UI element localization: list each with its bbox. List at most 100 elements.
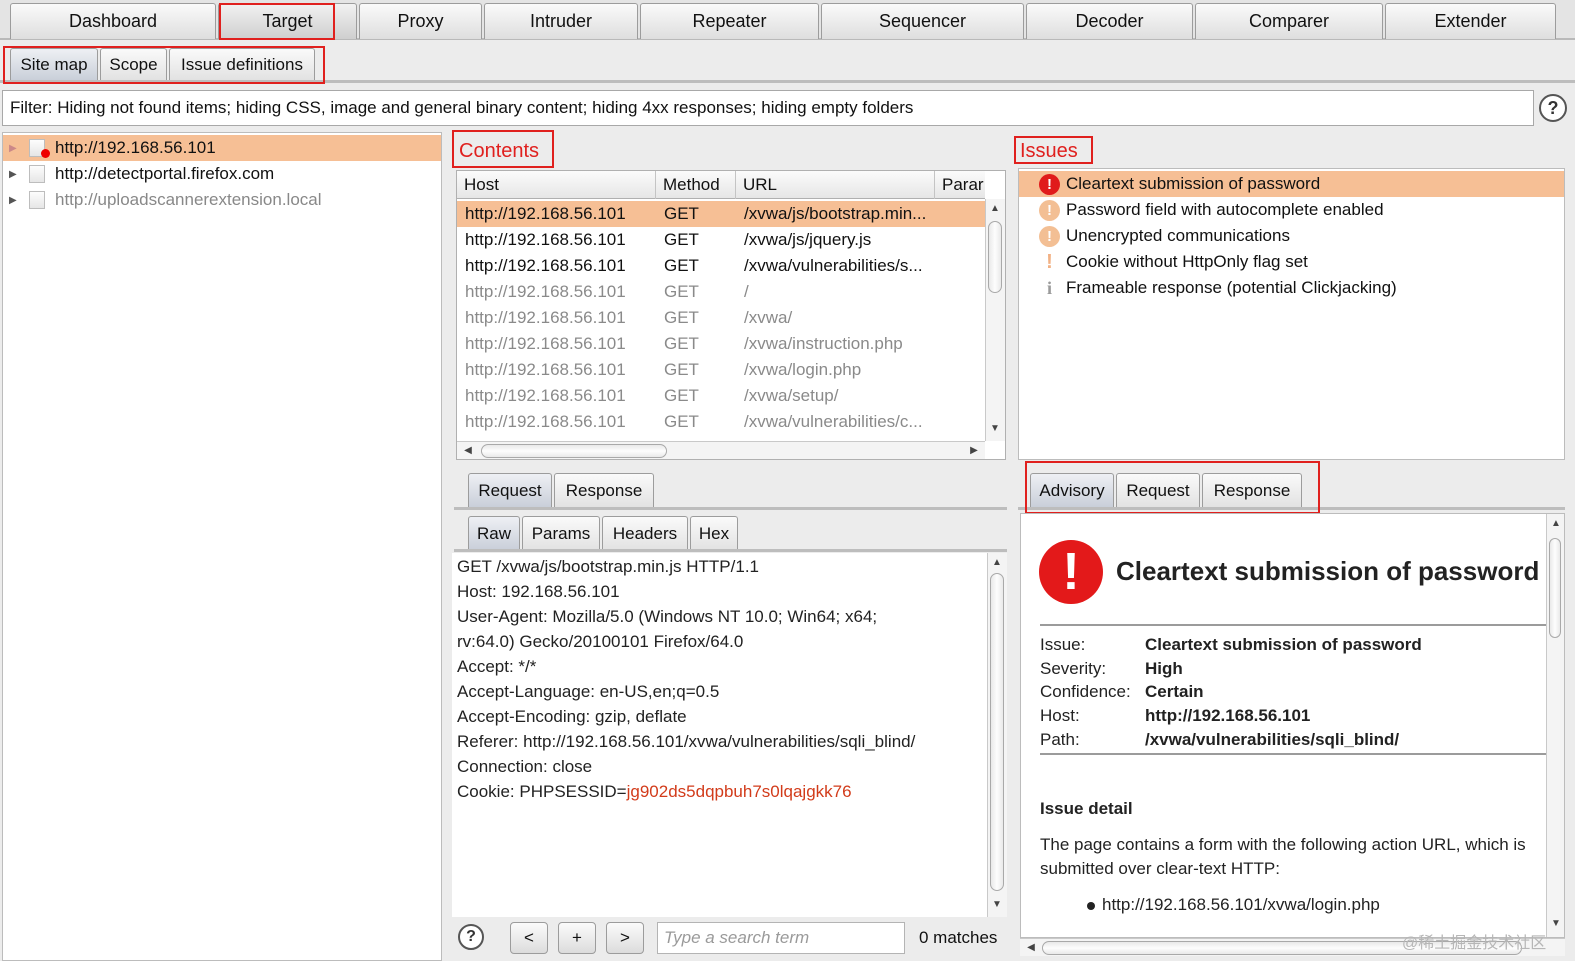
scrollbar-thumb[interactable] — [990, 573, 1004, 891]
tab-issue-definitions[interactable]: Issue definitions — [169, 48, 315, 80]
cell-host: http://192.168.56.101 — [465, 386, 626, 405]
cell-url: /xvwa/setup/ — [744, 386, 839, 405]
raw-request-editor[interactable]: GET /xvwa/js/bootstrap.min.js HTTP/1.1 H… — [452, 553, 1007, 917]
cell-method: GET — [664, 360, 699, 379]
tree-item-label: http://detectportal.firefox.com — [55, 164, 275, 183]
tab-dashboard[interactable]: Dashboard — [10, 3, 216, 39]
scroll-down-icon[interactable]: ▼ — [1547, 918, 1564, 929]
issue-label: Password field with autocomplete enabled — [1066, 200, 1384, 219]
tab-repeater[interactable]: Repeater — [640, 3, 819, 39]
search-help-icon[interactable]: ? — [458, 924, 484, 950]
field-value-path: /xvwa/vulnerabilities/sqli_blind/ — [1145, 730, 1400, 749]
tab-proxy[interactable]: Proxy — [359, 3, 482, 39]
table-row[interactable]: http://192.168.56.101 GET /xvwa/login.ph… — [457, 357, 985, 383]
request-vertical-scrollbar[interactable]: ▲ ▼ — [987, 553, 1007, 917]
subtab-divider — [0, 80, 1575, 83]
tab-request[interactable]: Request — [468, 473, 552, 507]
scroll-up-icon[interactable]: ▲ — [988, 557, 1006, 568]
scroll-right-icon[interactable]: ▶ — [965, 445, 983, 456]
column-header-host[interactable]: Host — [457, 171, 656, 199]
tab-site-map[interactable]: Site map — [10, 48, 98, 80]
table-row[interactable]: http://192.168.56.101 GET / — [457, 279, 985, 305]
tab-comparer[interactable]: Comparer — [1195, 3, 1383, 39]
tab-divider — [454, 507, 1007, 510]
cell-method: GET — [664, 282, 699, 301]
tab-advisory[interactable]: Advisory — [1030, 473, 1114, 507]
help-icon[interactable]: ? — [1539, 94, 1567, 122]
table-row[interactable]: http://192.168.56.101 GET /xvwa/instruct… — [457, 331, 985, 357]
issue-label: Unencrypted communications — [1066, 226, 1290, 245]
cell-host: http://192.168.56.101 — [465, 334, 626, 353]
table-row[interactable]: http://192.168.56.101 GET /xvwa/js/jquer… — [457, 227, 985, 253]
column-header-method[interactable]: Method — [656, 171, 736, 199]
issue-detail-text: The page contains a form with the follow… — [1040, 835, 1526, 854]
tree-item-detectportal[interactable]: ▶ http://detectportal.firefox.com — [3, 161, 441, 187]
field-label-issue: Issue: — [1040, 635, 1086, 654]
scroll-left-icon[interactable]: ◀ — [459, 445, 477, 456]
high-severity-icon: ! — [1039, 174, 1060, 195]
request-line: Referer: http://192.168.56.101/xvwa/vuln… — [457, 732, 916, 751]
issues-list: ! Cleartext submission of password ! Pas… — [1018, 168, 1565, 460]
tab-response[interactable]: Response — [554, 473, 654, 507]
cell-url: /xvwa/ — [744, 308, 793, 327]
table-row[interactable]: http://192.168.56.101 GET /xvwa/ — [457, 305, 985, 331]
scrollbar-thumb[interactable] — [988, 221, 1002, 293]
issue-detail-heading: Issue detail — [1040, 799, 1133, 818]
table-row[interactable]: http://192.168.56.101 GET /xvwa/vulnerab… — [457, 409, 985, 435]
filter-bar[interactable]: Filter: Hiding not found items; hiding C… — [2, 90, 1534, 126]
next-match-button[interactable]: > — [606, 922, 644, 954]
tab-issue-request[interactable]: Request — [1116, 473, 1200, 507]
request-line: Host: 192.168.56.101 — [457, 582, 620, 601]
issue-item[interactable]: ! Cleartext submission of password — [1019, 171, 1564, 197]
cell-method: GET — [664, 204, 699, 223]
contents-horizontal-scrollbar[interactable]: ◀ ▶ — [457, 441, 985, 459]
tree-item-label: http://uploadscannerextension.local — [55, 190, 322, 209]
request-line: Accept-Encoding: gzip, deflate — [457, 707, 687, 726]
tab-scope[interactable]: Scope — [100, 48, 167, 80]
tab-raw[interactable]: Raw — [468, 516, 520, 550]
search-input[interactable] — [657, 922, 905, 954]
tab-target[interactable]: Target — [218, 3, 357, 39]
issue-item[interactable]: ! Unencrypted communications — [1019, 223, 1564, 249]
scrollbar-thumb[interactable] — [481, 444, 667, 458]
tree-item-uploadscanner[interactable]: ▶ http://uploadscannerextension.local — [3, 187, 441, 213]
tab-intruder[interactable]: Intruder — [484, 3, 638, 39]
request-line: rv:64.0) Gecko/20100101 Firefox/64.0 — [457, 632, 744, 651]
request-line-cookie: Cookie: PHPSESSID=jg902ds5dqpbuh7s0lqajg… — [457, 782, 852, 802]
cell-url: /xvwa/vulnerabilities/s... — [744, 256, 923, 275]
scroll-up-icon[interactable]: ▲ — [986, 203, 1004, 214]
contents-vertical-scrollbar[interactable]: ▲ ▼ — [985, 199, 1005, 441]
site-map-tree: ▶ http://192.168.56.101 ▶ http://detectp… — [2, 132, 442, 961]
tab-hex[interactable]: Hex — [690, 516, 738, 550]
table-row[interactable]: http://192.168.56.101 GET /xvwa/js/boots… — [457, 201, 985, 227]
cell-host: http://192.168.56.101 — [465, 360, 626, 379]
issue-detail-text: submitted over clear-text HTTP: — [1040, 859, 1280, 878]
expand-arrow-icon[interactable]: ▶ — [9, 143, 17, 154]
scroll-up-icon[interactable]: ▲ — [1547, 518, 1564, 529]
issue-item[interactable]: ! Cookie without HttpOnly flag set — [1019, 249, 1564, 275]
tab-params[interactable]: Params — [522, 516, 600, 550]
table-row[interactable]: http://192.168.56.101 GET /xvwa/vulnerab… — [457, 253, 985, 279]
cell-url: /xvwa/instruction.php — [744, 334, 903, 353]
previous-match-button[interactable]: < — [510, 922, 548, 954]
tab-headers[interactable]: Headers — [602, 516, 688, 550]
expand-arrow-icon[interactable]: ▶ — [9, 169, 17, 180]
cell-host: http://192.168.56.101 — [465, 308, 626, 327]
tab-sequencer[interactable]: Sequencer — [821, 3, 1024, 39]
tab-issue-response[interactable]: Response — [1202, 473, 1302, 507]
scroll-left-icon[interactable]: ◀ — [1022, 942, 1040, 953]
advisory-vertical-scrollbar[interactable]: ▲ ▼ — [1546, 514, 1564, 937]
scroll-down-icon[interactable]: ▼ — [988, 899, 1006, 910]
search-options-button[interactable]: + — [558, 922, 596, 954]
issue-item[interactable]: i Frameable response (potential Clickjac… — [1019, 275, 1564, 301]
table-row[interactable]: http://192.168.56.101 GET /xvwa/setup/ — [457, 383, 985, 409]
scroll-down-icon[interactable]: ▼ — [986, 423, 1004, 434]
tab-decoder[interactable]: Decoder — [1026, 3, 1193, 39]
scrollbar-thumb[interactable] — [1549, 538, 1561, 638]
column-header-url[interactable]: URL — [736, 171, 935, 199]
tab-extender[interactable]: Extender — [1385, 3, 1556, 39]
column-header-params[interactable]: Parar — [935, 171, 985, 199]
tree-item-192-168-56-101[interactable]: ▶ http://192.168.56.101 — [3, 135, 441, 161]
expand-arrow-icon[interactable]: ▶ — [9, 195, 17, 206]
issue-item[interactable]: ! Password field with autocomplete enabl… — [1019, 197, 1564, 223]
